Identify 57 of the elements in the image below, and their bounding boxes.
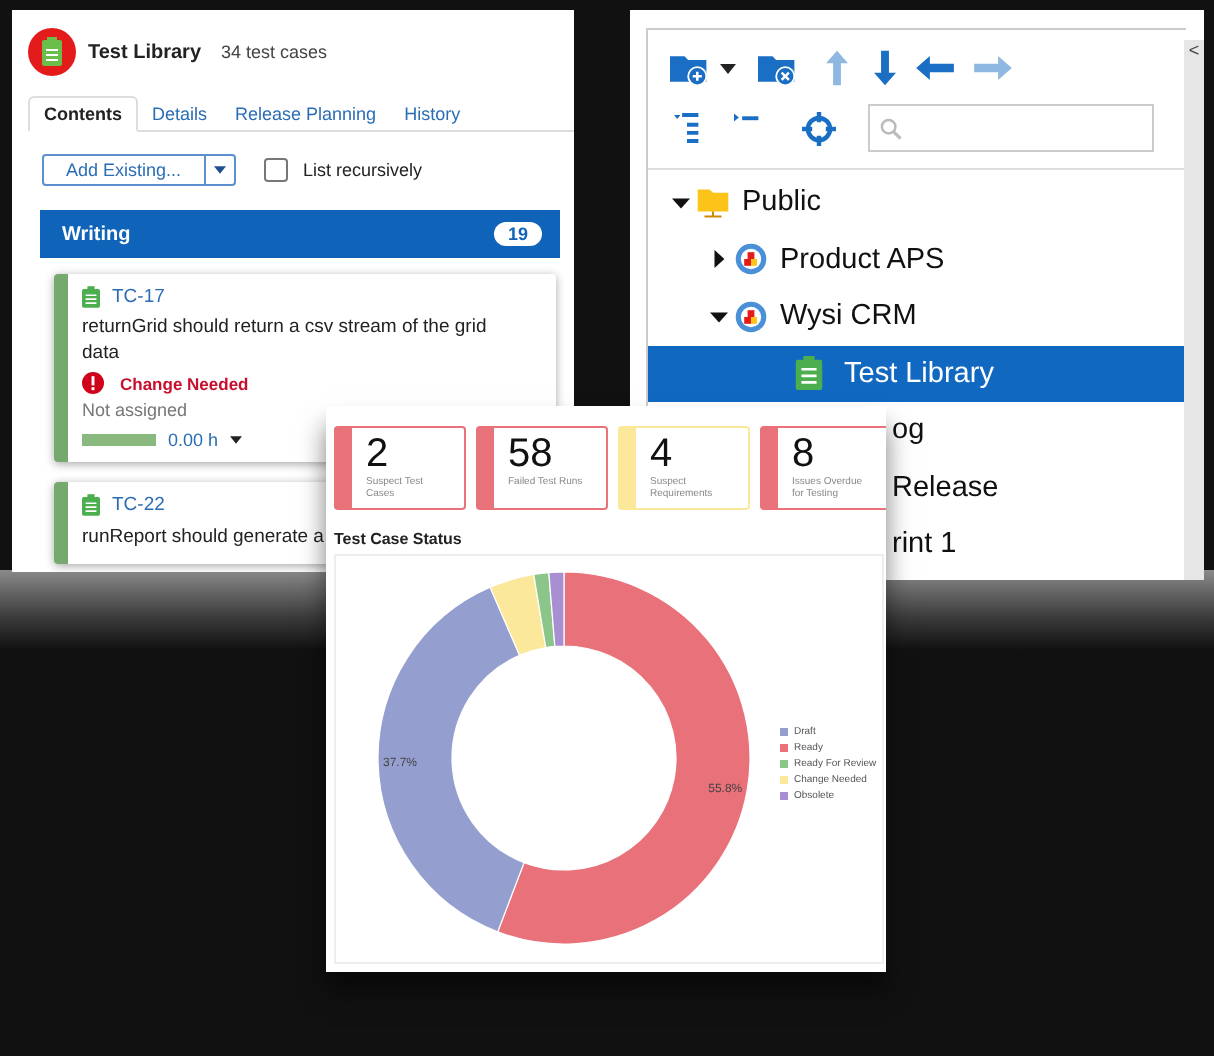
kpi-value: 8	[792, 434, 817, 476]
tree-item[interactable]: Wysi CRM	[648, 288, 1186, 345]
clipboard-icon	[82, 494, 100, 516]
legend-swatch	[780, 744, 788, 752]
tree-item[interactable]: Test Library	[648, 345, 1186, 402]
kpi-value: 4	[650, 434, 675, 476]
add-existing-button[interactable]: Add Existing...	[42, 154, 236, 186]
folder-add-icon[interactable]	[670, 51, 710, 85]
tab[interactable]: History	[390, 98, 475, 130]
owner-label: Not assigned	[82, 400, 190, 420]
locate-icon[interactable]	[802, 111, 836, 145]
collapse-all-icon[interactable]	[674, 112, 700, 144]
expanded-caret-icon[interactable]	[672, 193, 690, 212]
legend-swatch	[780, 760, 788, 768]
count-badge: 19	[493, 222, 542, 246]
tab[interactable]: Release Planning	[221, 98, 391, 130]
search-icon	[880, 117, 902, 139]
legend-swatch	[780, 728, 788, 736]
legend-swatch	[780, 776, 788, 784]
search-field[interactable]	[868, 104, 1154, 152]
expanded-caret-icon[interactable]	[710, 307, 728, 326]
test-case-count: 34 test cases	[221, 42, 328, 62]
down-arrow-icon[interactable]	[874, 48, 896, 88]
tree-item[interactable]: Product APS	[648, 231, 1186, 288]
checkbox[interactable]	[263, 158, 288, 182]
clipboard-icon	[28, 28, 76, 76]
alert-icon	[82, 372, 104, 394]
clipboard-icon	[82, 286, 100, 308]
project-icon	[734, 242, 768, 277]
test-case-description: returnGrid should return a csv stream of the grid data	[82, 314, 489, 366]
chart-title: Test Case Status	[334, 530, 464, 548]
group-title: Writing	[62, 223, 131, 245]
tab[interactable]: Details	[138, 98, 222, 130]
progress-bar	[82, 434, 156, 446]
caret-icon	[213, 166, 226, 174]
collapsed-caret-icon[interactable]	[710, 250, 728, 269]
left-arrow-icon[interactable]	[916, 56, 954, 80]
tree-item[interactable]: Release	[892, 471, 999, 504]
tree-item[interactable]: og	[892, 414, 925, 447]
folder-remove-icon[interactable]	[758, 51, 798, 85]
legend-swatch	[780, 792, 788, 800]
checkbox-label: List recursively	[303, 160, 423, 180]
test-case-description: runReport should generate a	[82, 524, 324, 550]
scrollbar[interactable]: <	[1184, 40, 1204, 580]
caret-icon[interactable]	[230, 436, 243, 444]
tree-item[interactable]: Public	[648, 174, 1186, 231]
test-case-link[interactable]: TC-22	[112, 494, 165, 516]
status-label: Change Needed	[120, 373, 249, 393]
clipboard-icon	[792, 356, 826, 391]
test-case-link[interactable]: TC-17	[112, 286, 165, 308]
hours-link[interactable]: 0.00 h	[168, 430, 219, 450]
caret-icon[interactable]	[720, 63, 736, 73]
folder-icon	[696, 185, 730, 220]
tab[interactable]: Contents	[28, 96, 138, 132]
project-icon	[734, 299, 768, 334]
tree-item[interactable]: rint 1	[892, 528, 957, 561]
panel-title: Test Library	[88, 41, 201, 63]
